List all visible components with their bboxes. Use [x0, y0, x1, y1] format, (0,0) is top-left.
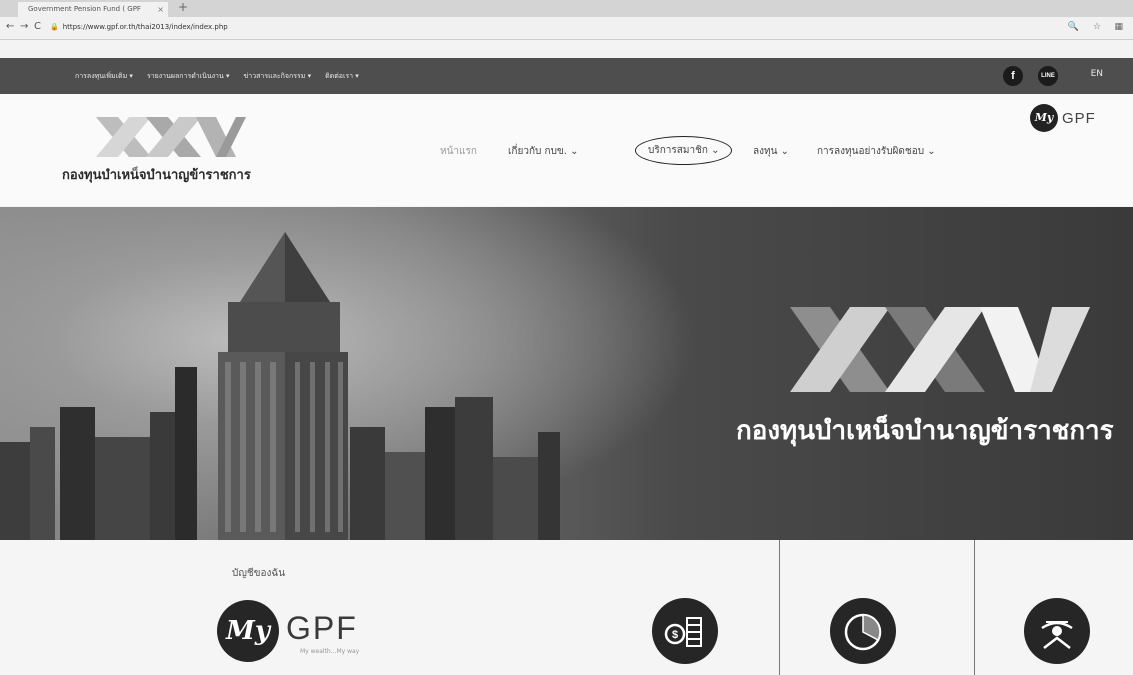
mygpf-gpf-text: GPF: [1062, 110, 1096, 127]
new-tab-button[interactable]: +: [178, 0, 188, 15]
hero-banner: กองทุนบำเหน็จบำนาญข้าราชการ: [0, 207, 1133, 540]
mygpf-tagline: My wealth...My way: [300, 648, 360, 655]
hand-service-icon[interactable]: [1024, 598, 1090, 664]
forward-icon[interactable]: →: [20, 21, 28, 32]
browser-tab-bar: Government Pension Fund ( GPF × +: [0, 0, 1133, 17]
svg-text:$: $: [672, 629, 678, 641]
top-menu-item[interactable]: การลงทุนเพิ่มเติม ▾: [75, 71, 133, 82]
top-menu-item[interactable]: ติดต่อเรา ▾: [325, 71, 359, 82]
tab-close-icon[interactable]: ×: [157, 2, 164, 17]
extension-icon[interactable]: ▦: [1114, 22, 1123, 32]
bookmark-star-icon[interactable]: ☆: [1093, 22, 1101, 32]
section-divider: [974, 540, 975, 675]
site-logo[interactable]: กองทุนบำเหน็จบำนาญข้าราชการ: [58, 112, 298, 192]
gpf-logo-mark-icon: [96, 117, 246, 157]
back-icon[interactable]: ←: [6, 21, 14, 32]
nav-member-services[interactable]: บริการสมาชิก ⌄: [635, 136, 733, 165]
mygpf-logo-icon[interactable]: My: [217, 600, 279, 662]
logo-text: กองทุนบำเหน็จบำนาญข้าราชการ: [62, 168, 251, 183]
nav-home[interactable]: หน้าแรก: [440, 144, 477, 159]
zoom-icon[interactable]: 🔍: [1068, 22, 1079, 32]
savings-calculator-icon[interactable]: $: [652, 598, 718, 664]
address-bar: ← → C 🔒 https://www.gpf.or.th/thai2013/in…: [0, 17, 1133, 40]
url-text: https://www.gpf.or.th/thai2013/index/ind…: [62, 23, 228, 31]
nav-responsible-investing[interactable]: การลงทุนอย่างรับผิดชอบ ⌄: [817, 144, 936, 159]
top-menu-item[interactable]: รายงานผลการดำเนินงาน ▾: [147, 71, 230, 82]
line-icon[interactable]: LINE: [1038, 66, 1058, 86]
hero-logo-mark-icon: [790, 307, 1090, 392]
browser-tab[interactable]: Government Pension Fund ( GPF ×: [18, 2, 168, 17]
mygpf-logo-text[interactable]: GPF: [286, 610, 358, 647]
section-divider: [779, 540, 780, 675]
lock-icon: 🔒: [50, 23, 59, 31]
pie-chart-icon[interactable]: [830, 598, 896, 664]
top-menu: การลงทุนเพิ่มเติม ▾ รายงานผลการดำเนินงาน…: [75, 58, 359, 94]
mygpf-badge[interactable]: My GPF: [1030, 104, 1130, 138]
language-switch[interactable]: EN: [1091, 69, 1103, 79]
mygpf-my-icon: My: [1030, 104, 1058, 132]
tab-title: Government Pension Fund ( GPF: [28, 5, 141, 13]
site-top-bar: การลงทุนเพิ่มเติม ▾ รายงานผลการดำเนินงาน…: [0, 58, 1133, 94]
nav-about[interactable]: เกี่ยวกับ กบข. ⌄: [508, 144, 579, 159]
nav-invest[interactable]: ลงทุน ⌄: [753, 144, 789, 159]
url-field[interactable]: 🔒 https://www.gpf.or.th/thai2013/index/in…: [50, 21, 1010, 34]
services-section: บัญชีของฉัน My GPF My wealth...My way $: [0, 540, 1133, 675]
top-menu-item[interactable]: ข่าวสารและกิจกรรม ▾: [244, 71, 312, 82]
city-skyline-image: [0, 232, 560, 540]
reload-icon[interactable]: C: [34, 21, 41, 32]
site-header: กองทุนบำเหน็จบำนาญข้าราชการ หน้าแรก เกี่…: [0, 94, 1133, 206]
facebook-icon[interactable]: f: [1003, 66, 1023, 86]
my-account-label: บัญชีของฉัน: [232, 568, 286, 579]
hero-title: กองทุนบำเหน็จบำนาญข้าราชการ: [736, 416, 1114, 446]
